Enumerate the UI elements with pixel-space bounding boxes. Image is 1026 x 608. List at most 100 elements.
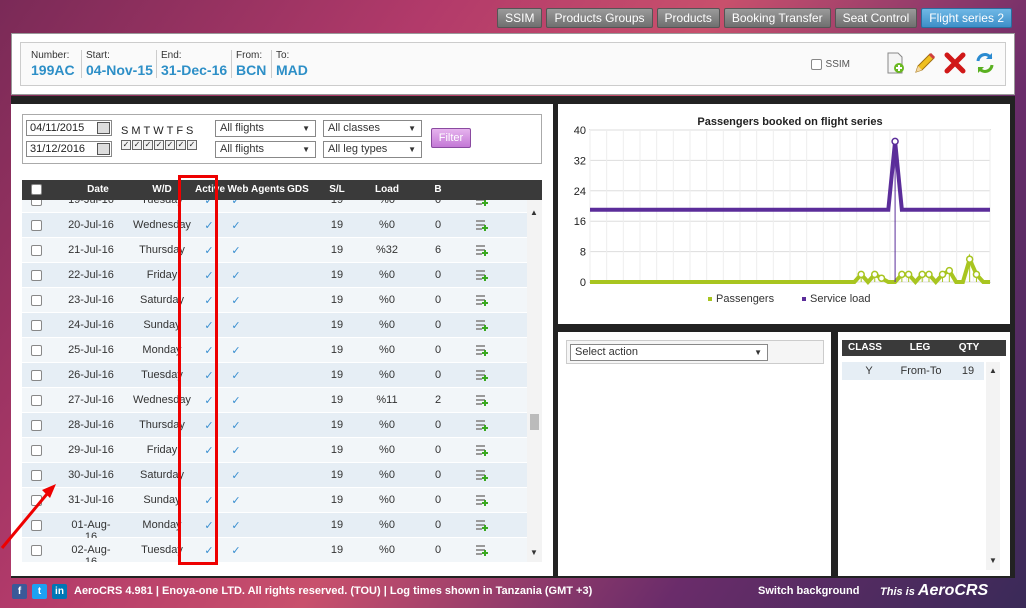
table-row[interactable]: 29-Jul-16 Friday ✓ ✓ 19 %0 0	[22, 438, 527, 463]
scroll-up-icon[interactable]: ▲	[989, 366, 997, 375]
classes-select[interactable]: All classes ▼	[323, 120, 422, 137]
add-list-icon[interactable]	[475, 493, 489, 507]
separator-top	[11, 96, 1015, 104]
ssim-checkbox-box[interactable]	[810, 59, 822, 70]
table-row[interactable]: 31-Jul-16 Sunday ✓ ✓ 19 %0 0	[22, 488, 527, 513]
add-list-icon[interactable]	[475, 368, 489, 382]
row-checkbox[interactable]	[31, 495, 42, 506]
nav-seat-control[interactable]: Seat Control	[834, 8, 918, 28]
table-row[interactable]: 20-Jul-16 Wednesday ✓ ✓ 19 %0 0	[22, 213, 527, 238]
row-checkbox[interactable]	[31, 245, 42, 256]
flights-select-1[interactable]: All flights ▼	[215, 120, 316, 137]
action-select[interactable]: Select action ▼	[570, 344, 768, 361]
weekday-checkbox-sun[interactable]: ✓	[121, 140, 131, 150]
table-row[interactable]: 24-Jul-16 Sunday ✓ ✓ 19 %0 0	[22, 313, 527, 338]
qty-scrollbar[interactable]: ▲ ▼	[986, 362, 1000, 570]
scroll-up-icon[interactable]: ▲	[530, 208, 538, 217]
weekday-checkbox-wed[interactable]: ✓	[154, 140, 164, 150]
weekday-checkbox-mon[interactable]: ✓	[132, 140, 142, 150]
calendar-icon[interactable]	[97, 143, 110, 155]
add-list-icon[interactable]	[475, 443, 489, 457]
col-date[interactable]: Date	[76, 184, 120, 195]
row-checkbox[interactable]	[31, 420, 42, 431]
filter-button[interactable]: Filter	[431, 128, 471, 148]
table-row[interactable]: 27-Jul-16 Wednesday ✓ ✓ 19 %11 2	[22, 388, 527, 413]
cell-active: ✓	[204, 545, 214, 557]
col-active[interactable]: Active	[192, 184, 228, 195]
to-label: To:	[276, 50, 290, 61]
add-list-icon[interactable]	[475, 318, 489, 332]
row-checkbox[interactable]	[31, 545, 42, 556]
scroll-down-icon[interactable]: ▼	[989, 556, 997, 565]
date-from-input[interactable]: 04/11/2015	[26, 120, 112, 136]
nav-products-groups[interactable]: Products Groups	[546, 8, 653, 28]
col-load[interactable]: Load	[371, 184, 403, 195]
table-row[interactable]: 23-Jul-16 Saturday ✓ ✓ 19 %0 0	[22, 288, 527, 313]
weekday-checkbox-fri[interactable]: ✓	[176, 140, 186, 150]
table-scrollbar[interactable]: ▲ ▼	[527, 200, 542, 562]
twitter-icon[interactable]: t	[32, 584, 47, 599]
table-row[interactable]: 28-Jul-16 Thursday ✓ ✓ 19 %0 0	[22, 413, 527, 438]
add-list-icon[interactable]	[475, 418, 489, 432]
col-wd[interactable]: W/D	[138, 184, 186, 195]
linkedin-icon[interactable]: in	[52, 584, 67, 599]
table-row[interactable]: 22-Jul-16 Friday ✓ ✓ 19 %0 0	[22, 263, 527, 288]
cell-load: %0	[379, 344, 395, 356]
nav-flight-series[interactable]: Flight series 2	[921, 8, 1012, 28]
weekday-checkbox-tue[interactable]: ✓	[143, 140, 153, 150]
row-checkbox[interactable]	[31, 520, 42, 531]
row-checkbox[interactable]	[31, 395, 42, 406]
row-checkbox[interactable]	[31, 270, 42, 281]
weekday-checkbox-thu[interactable]: ✓	[165, 140, 175, 150]
facebook-icon[interactable]: f	[12, 584, 27, 599]
col-b[interactable]: B	[428, 184, 448, 195]
add-list-icon[interactable]	[475, 343, 489, 357]
col-web[interactable]: Web	[227, 184, 249, 195]
table-row[interactable]: 25-Jul-16 Monday ✓ ✓ 19 %0 0	[22, 338, 527, 363]
add-document-icon[interactable]	[883, 51, 907, 75]
add-list-icon[interactable]	[475, 218, 489, 232]
table-row[interactable]: 02-Aug-16 Tuesday ✓ ✓ 19 %0 0	[22, 538, 527, 562]
add-list-icon[interactable]	[475, 468, 489, 482]
row-checkbox[interactable]	[31, 345, 42, 356]
col-agents[interactable]: Agents	[251, 184, 285, 195]
calendar-icon[interactable]	[97, 122, 110, 134]
switch-background-link[interactable]: Switch background	[758, 585, 859, 597]
row-checkbox[interactable]	[31, 470, 42, 481]
nav-products[interactable]: Products	[656, 8, 720, 28]
select-all-checkbox[interactable]	[31, 184, 42, 195]
row-checkbox[interactable]	[31, 220, 42, 231]
add-list-icon[interactable]	[475, 200, 489, 207]
add-list-icon[interactable]	[475, 518, 489, 532]
ssim-checkbox[interactable]: SSIM	[810, 59, 850, 70]
nav-ssim[interactable]: SSIM	[497, 8, 543, 28]
row-checkbox[interactable]	[31, 445, 42, 456]
table-row[interactable]: 26-Jul-16 Tuesday ✓ ✓ 19 %0 0	[22, 363, 527, 388]
refresh-icon[interactable]	[973, 51, 997, 75]
edit-pencil-icon[interactable]	[913, 51, 937, 75]
row-checkbox[interactable]	[31, 320, 42, 331]
row-checkbox[interactable]	[31, 295, 42, 306]
row-checkbox[interactable]	[31, 370, 42, 381]
col-gds[interactable]: GDS	[287, 184, 309, 195]
add-list-icon[interactable]	[475, 268, 489, 282]
date-to-input[interactable]: 31/12/2016	[26, 141, 112, 157]
nav-booking-transfer[interactable]: Booking Transfer	[723, 8, 831, 28]
cell-b: 0	[434, 369, 442, 381]
delete-icon[interactable]	[943, 51, 967, 75]
leg-types-select[interactable]: All leg types ▼	[323, 141, 422, 158]
table-row[interactable]: 21-Jul-16 Thursday ✓ ✓ 19 %32 6	[22, 238, 527, 263]
row-checkbox[interactable]	[31, 200, 42, 206]
col-sl[interactable]: S/L	[324, 184, 350, 195]
flights-select-2[interactable]: All flights ▼	[215, 141, 316, 158]
table-row[interactable]: 01-Aug-16 Monday ✓ ✓ 19 %0 0	[22, 513, 527, 543]
table-row[interactable]: 19-Jul-16 Tuesday ✓ ✓ 19 %0 0	[22, 200, 527, 213]
add-list-icon[interactable]	[475, 543, 489, 557]
weekday-checkbox-sat[interactable]: ✓	[187, 140, 197, 150]
add-list-icon[interactable]	[475, 293, 489, 307]
add-list-icon[interactable]	[475, 243, 489, 257]
scroll-thumb[interactable]	[530, 414, 539, 430]
add-list-icon[interactable]	[475, 393, 489, 407]
table-row[interactable]: 30-Jul-16 Saturday ✓ 19 %0 0	[22, 463, 527, 488]
scroll-down-icon[interactable]: ▼	[530, 548, 538, 557]
